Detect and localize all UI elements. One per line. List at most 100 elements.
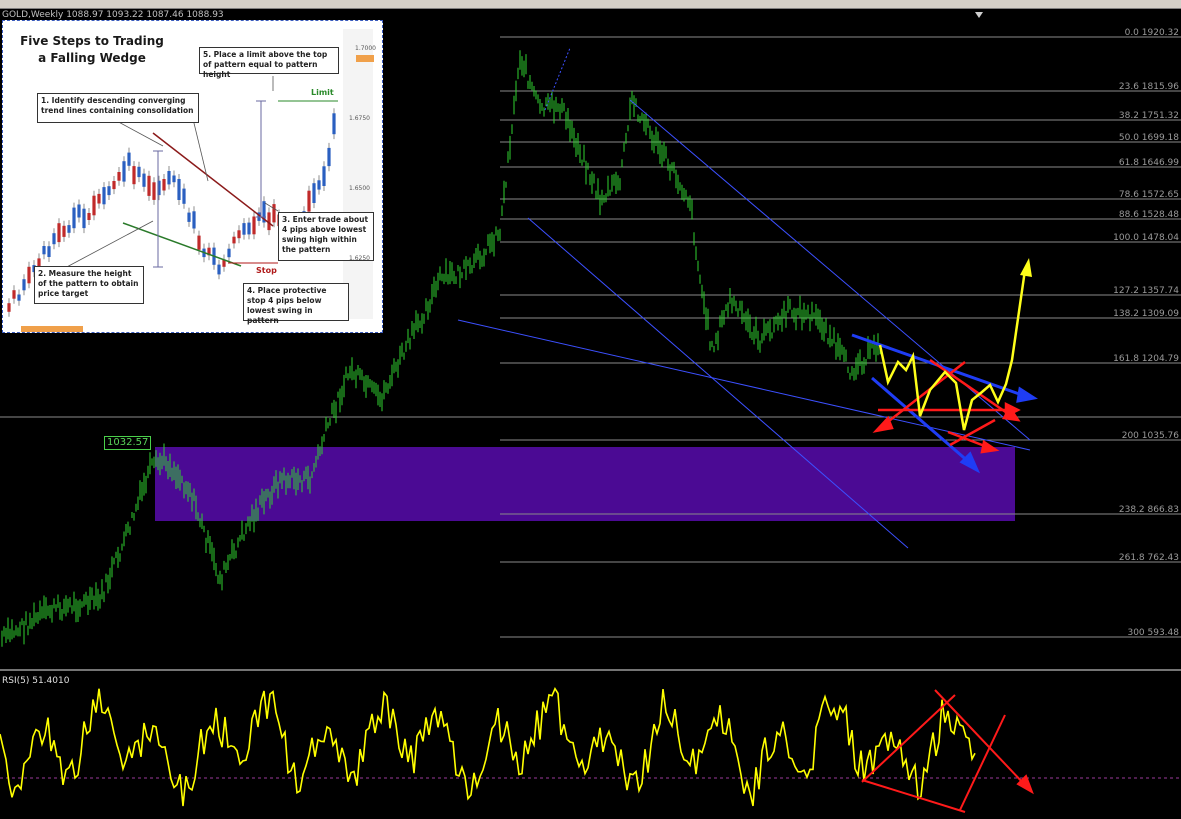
rsi-label: RSI(5) 51.4010: [2, 676, 70, 686]
inset-candle-body: [72, 207, 76, 229]
fib-level-label: 300 593.48: [1127, 628, 1179, 638]
fib-level-label: 138.2 1309.09: [1113, 309, 1179, 319]
inset-candle-body: [142, 173, 146, 187]
inset-candle-body: [187, 212, 191, 222]
inset-axis-label: 1.6250: [349, 255, 370, 262]
inset-date-tag: [21, 326, 83, 332]
inset-candle-body: [7, 303, 11, 312]
inset-candle-body: [307, 190, 311, 212]
inset-candle-body: [132, 166, 136, 185]
inset-candle-body: [162, 179, 166, 191]
fib-level-label: 0.0 1920.32: [1125, 28, 1179, 38]
rsi-red-line-1: [861, 694, 956, 783]
callout-step4: 4. Place protective stop 4 pips below lo…: [243, 283, 349, 325]
limit-label: Limit: [311, 88, 334, 97]
inset-candle-body: [247, 222, 251, 235]
inset-candle-body: [137, 166, 141, 178]
inset-candle-body: [87, 213, 91, 220]
callout-step2: 2. Measure the height of the pattern to …: [34, 266, 144, 304]
inset-axis-label: 1.6500: [349, 185, 370, 192]
inset-candle-body: [77, 204, 81, 218]
inset-title: Five Steps to Trading a Falling Wedge: [20, 34, 164, 65]
fib-level-label: 127.2 1357.74: [1113, 286, 1179, 296]
inset-candle-body: [57, 223, 61, 243]
falling-wedge-inset: Five Steps to Trading a Falling Wedge 1.…: [2, 20, 383, 333]
inset-candle-body: [97, 193, 101, 204]
inset-candle-body: [117, 172, 121, 181]
rsi-red-markings: [861, 689, 1034, 813]
fib-level-label: 88.6 1528.48: [1119, 210, 1179, 220]
inset-candle-body: [217, 264, 221, 275]
rsi-indicator: [0, 686, 976, 807]
inset-candle-body: [242, 223, 246, 235]
inset-candle-body: [17, 294, 21, 301]
wedge-upper-arrow: [1016, 386, 1038, 403]
inset-candle-body: [232, 236, 236, 244]
inset-candle-body: [107, 186, 111, 196]
inset-candle-body: [182, 188, 186, 204]
fib-level-label: 38.2 1751.32: [1119, 111, 1179, 121]
inset-candle-body: [27, 266, 31, 284]
inset-candle-body: [327, 147, 331, 167]
inset-upper-trendline: [152, 132, 274, 227]
rsi-red-line-2: [934, 689, 1026, 786]
inset-candle-body: [197, 235, 201, 250]
chart-header: GOLD,Weekly 1088.97 1093.22 1087.46 1088…: [2, 10, 224, 20]
inset-candle-body: [127, 152, 131, 166]
inset-candle-body: [22, 279, 26, 291]
stop-label: Stop: [256, 266, 277, 275]
inset-candle-body: [62, 225, 66, 237]
inset-axis-label: 1.6750: [349, 115, 370, 122]
inset-candle-body: [192, 211, 196, 229]
inset-candle-body: [112, 181, 116, 190]
price-zone: [155, 447, 1015, 521]
inset-candle-body: [177, 179, 181, 200]
inset-candle-body: [47, 246, 51, 257]
fib-level-label: 23.6 1815.96: [1119, 82, 1179, 92]
callout-step5: 5. Place a limit above the top of patter…: [199, 47, 339, 79]
fib-level-label: 200 1035.76: [1122, 431, 1180, 441]
inset-candle-body: [172, 175, 176, 183]
inset-candle-body: [237, 230, 241, 239]
fib-level-label: 238.2 866.83: [1119, 505, 1179, 515]
inset-price-tag: [356, 55, 374, 62]
inset-axis-panel: [343, 29, 373, 319]
red-line-1: [884, 361, 966, 425]
fib-level-label: 61.8 1646.99: [1119, 158, 1179, 168]
inset-candle-body: [52, 233, 56, 245]
inset-candle-body: [167, 171, 171, 185]
callout-step3: 3. Enter trade about 4 pips above lowest…: [278, 212, 374, 261]
inset-candle-body: [82, 208, 86, 229]
inset-candle-body: [12, 290, 16, 299]
inset-candle-body: [272, 204, 276, 223]
inset-candle-body: [322, 166, 326, 186]
callout-step1: 1. Identify descending converging trend …: [37, 93, 199, 123]
fib-level-label: 261.8 762.43: [1119, 553, 1179, 563]
inset-candle-body: [147, 175, 151, 196]
scroll-marker-icon: [975, 12, 983, 18]
price-tag: 1032.57: [104, 436, 152, 450]
rsi-red-line-3: [861, 779, 966, 813]
inset-candle-body: [332, 113, 336, 135]
fib-level-label: 50.0 1699.18: [1119, 133, 1179, 143]
inset-candle-body: [312, 183, 316, 203]
fibonacci-levels: 0.0 1920.32 23.6 1815.96 38.2 1751.32 50.0 …: [500, 28, 1181, 638]
fib-level-label: 161.8 1204.79: [1113, 354, 1179, 364]
trend-line-support: [457, 319, 1031, 451]
inset-candle-body: [92, 195, 96, 216]
fib-level-label: 100.0 1478.04: [1113, 233, 1179, 243]
inset-candle-body: [152, 182, 156, 200]
inset-lower-trendline: [122, 222, 242, 267]
inset-candle-body: [122, 161, 126, 182]
trend-line-dotted: [544, 47, 571, 111]
fib-level-label: 78.6 1572.65: [1119, 190, 1179, 200]
rsi-red-line-4: [959, 714, 1006, 811]
rsi-line: [0, 686, 976, 807]
inset-candle-body: [317, 180, 321, 190]
inset-candle-body: [102, 187, 106, 205]
inset-candle-body: [67, 225, 71, 233]
inset-candle-body: [42, 246, 46, 255]
inset-candle-body: [252, 216, 256, 235]
inset-candle-body: [227, 248, 231, 258]
inset-axis-label: 1.7000: [355, 45, 376, 52]
